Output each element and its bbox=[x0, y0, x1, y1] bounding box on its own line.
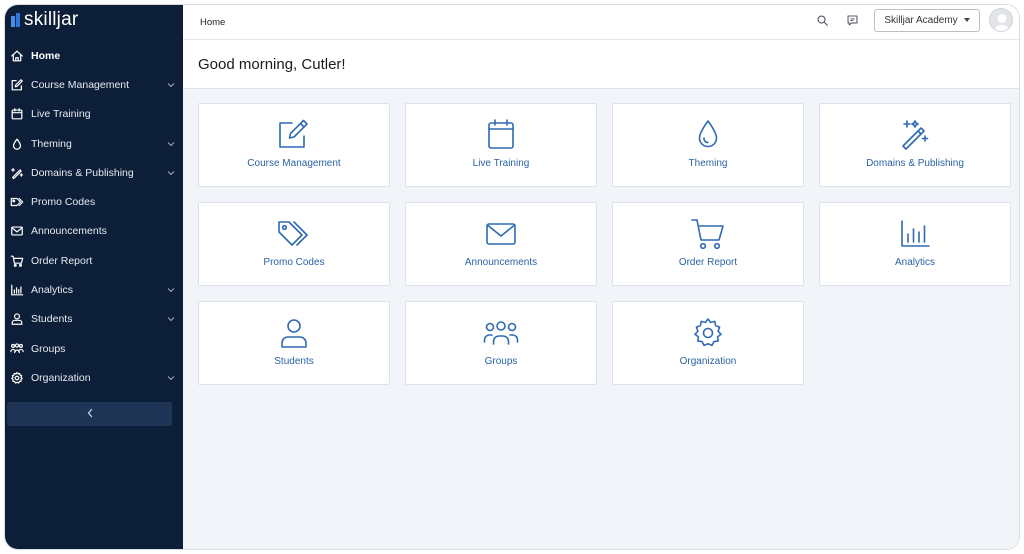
academy-select[interactable]: Skilljar Academy bbox=[874, 8, 980, 32]
calendar-icon bbox=[483, 118, 519, 152]
chevron-down-icon bbox=[166, 139, 175, 148]
card-label: Groups bbox=[484, 356, 518, 367]
gear-icon bbox=[10, 371, 24, 385]
sidebar-item-label: Order Report bbox=[31, 254, 93, 267]
card-label: Announcements bbox=[464, 257, 538, 268]
card-groups[interactable]: Groups bbox=[405, 301, 597, 385]
gear-icon bbox=[690, 316, 726, 350]
caret-down-icon bbox=[963, 18, 970, 22]
logo-text: skilljar bbox=[24, 9, 79, 30]
tags-icon bbox=[276, 217, 312, 251]
person-icon bbox=[10, 312, 24, 326]
magic-wand-icon bbox=[10, 166, 24, 180]
sidebar-item-label: Course Management bbox=[31, 78, 130, 91]
sidebar: skilljar Home Course Management Live Tra… bbox=[5, 5, 183, 549]
sidebar-item-live-training[interactable]: Live Training bbox=[5, 100, 183, 129]
card-label: Promo Codes bbox=[263, 257, 325, 268]
sidebar-item-label: Organization bbox=[31, 371, 91, 384]
top-actions: Skilljar Academy bbox=[814, 8, 1013, 32]
sidebar-item-label: Students bbox=[31, 313, 73, 326]
card-label: Domains & Publishing bbox=[866, 158, 964, 169]
calendar-icon bbox=[10, 107, 24, 121]
logo[interactable]: skilljar bbox=[5, 5, 183, 35]
sidebar-item-label: Groups bbox=[31, 342, 66, 355]
chevron-down-icon bbox=[166, 373, 175, 382]
sidebar-item-home[interactable]: Home bbox=[5, 41, 183, 70]
sidebar-item-course-management[interactable]: Course Management bbox=[5, 70, 183, 99]
sidebar-collapse-button[interactable] bbox=[7, 402, 172, 426]
academy-select-value: Skilljar Academy bbox=[884, 14, 958, 26]
app-window: skilljar Home Course Management Live Tra… bbox=[4, 4, 1020, 550]
droplet-icon bbox=[10, 137, 24, 151]
sidebar-nav: Home Course Management Live Training The… bbox=[5, 41, 183, 393]
feature-grid: Course Management Live Training Theming … bbox=[183, 89, 1019, 385]
search-icon[interactable] bbox=[814, 12, 830, 28]
card-promo-codes[interactable]: Promo Codes bbox=[198, 202, 390, 286]
main-content: Home Skilljar Academy Good morning, Cutl… bbox=[183, 5, 1019, 549]
sidebar-item-domains-publishing[interactable]: Domains & Publishing bbox=[5, 158, 183, 187]
sidebar-item-label: Analytics bbox=[31, 284, 74, 297]
sidebar-item-organization[interactable]: Organization bbox=[5, 363, 183, 392]
sidebar-item-analytics[interactable]: Analytics bbox=[5, 275, 183, 304]
skilljar-logo-icon bbox=[11, 13, 21, 27]
chevron-down-icon bbox=[166, 168, 175, 177]
sidebar-item-theming[interactable]: Theming bbox=[5, 129, 183, 158]
edit-icon bbox=[10, 78, 24, 92]
sidebar-item-groups[interactable]: Groups bbox=[5, 334, 183, 363]
card-organization[interactable]: Organization bbox=[612, 301, 804, 385]
card-label: Theming bbox=[688, 158, 728, 169]
people-icon bbox=[483, 316, 519, 350]
envelope-icon bbox=[483, 217, 519, 251]
sidebar-item-label: Domains & Publishing bbox=[31, 166, 134, 179]
sidebar-item-announcements[interactable]: Announcements bbox=[5, 217, 183, 246]
cart-icon bbox=[10, 254, 24, 268]
card-domains-publishing[interactable]: Domains & Publishing bbox=[819, 103, 1011, 187]
card-label: Students bbox=[274, 356, 314, 367]
card-theming[interactable]: Theming bbox=[612, 103, 804, 187]
bar-chart-icon bbox=[10, 283, 24, 297]
sidebar-item-order-report[interactable]: Order Report bbox=[5, 246, 183, 275]
sidebar-item-label: Home bbox=[31, 49, 61, 62]
card-order-report[interactable]: Order Report bbox=[612, 202, 804, 286]
sidebar-item-label: Theming bbox=[31, 137, 72, 150]
envelope-icon bbox=[10, 224, 24, 238]
chat-icon[interactable] bbox=[844, 12, 860, 28]
edit-icon bbox=[276, 118, 312, 152]
person-icon bbox=[276, 316, 312, 350]
greeting-bar: Good morning, Cutler! bbox=[183, 40, 1019, 89]
sidebar-item-label: Promo Codes bbox=[31, 196, 96, 209]
top-bar: Home Skilljar Academy bbox=[183, 5, 1019, 40]
droplet-icon bbox=[690, 118, 726, 152]
card-announcements[interactable]: Announcements bbox=[405, 202, 597, 286]
card-label: Order Report bbox=[678, 257, 738, 268]
card-course-management[interactable]: Course Management bbox=[198, 103, 390, 187]
magic-wand-icon bbox=[897, 118, 933, 152]
card-label: Organization bbox=[679, 356, 737, 367]
card-analytics[interactable]: Analytics bbox=[819, 202, 1011, 286]
chevron-down-icon bbox=[166, 80, 175, 89]
card-label: Analytics bbox=[894, 257, 935, 268]
sidebar-item-label: Live Training bbox=[31, 108, 91, 121]
sidebar-item-label: Announcements bbox=[31, 225, 107, 238]
people-icon bbox=[10, 342, 24, 356]
cart-icon bbox=[690, 217, 726, 251]
card-live-training[interactable]: Live Training bbox=[405, 103, 597, 187]
sidebar-item-promo-codes[interactable]: Promo Codes bbox=[5, 187, 183, 216]
home-icon bbox=[10, 49, 24, 63]
chevron-left-icon bbox=[86, 405, 94, 423]
chevron-down-icon bbox=[166, 315, 175, 324]
page-title: Good morning, Cutler! bbox=[198, 55, 346, 73]
card-students[interactable]: Students bbox=[198, 301, 390, 385]
avatar-icon[interactable] bbox=[989, 8, 1013, 32]
bar-chart-icon bbox=[897, 217, 933, 251]
card-label: Course Management bbox=[247, 158, 341, 169]
breadcrumb[interactable]: Home bbox=[200, 17, 225, 28]
sidebar-item-students[interactable]: Students bbox=[5, 305, 183, 334]
chevron-down-icon bbox=[166, 286, 175, 295]
card-label: Live Training bbox=[472, 158, 530, 169]
tags-icon bbox=[10, 195, 24, 209]
